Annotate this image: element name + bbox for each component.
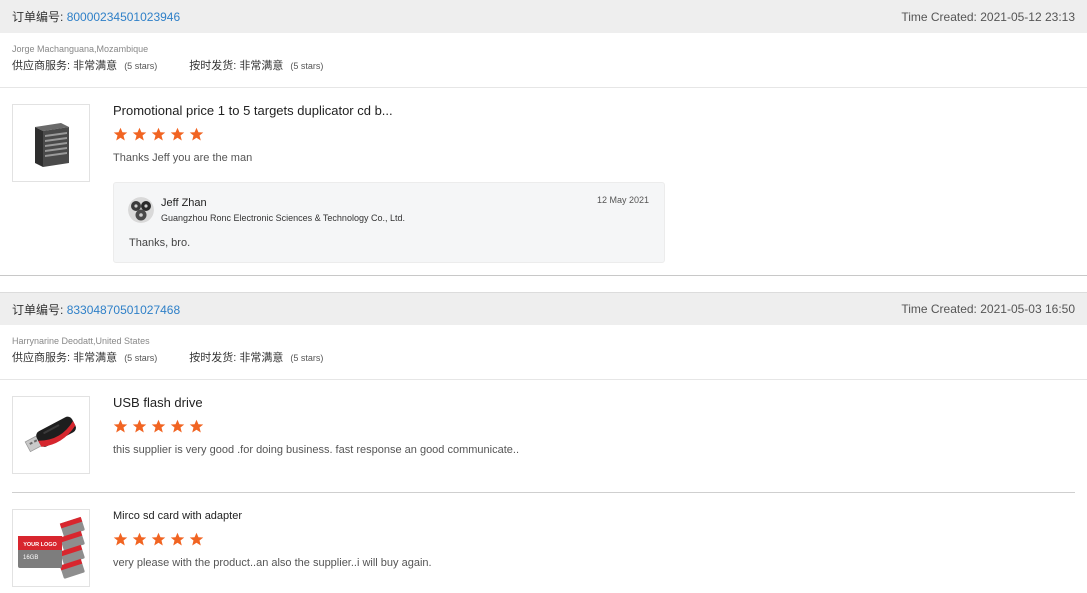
- product-title-link[interactable]: USB flash drive: [113, 396, 1075, 410]
- supplier-service-value: 非常满意: [73, 60, 118, 72]
- sd-card-adapter-icon: YOUR LOGO 16GB: [18, 516, 85, 579]
- supplier-service-label: 供应商服务:: [12, 352, 71, 364]
- reply-date: 12 May 2021: [596, 195, 649, 205]
- supplier-service-value: 非常满意: [73, 352, 118, 364]
- order-card: 订单编号: 83304870501027468 Time Created: 20…: [0, 292, 1087, 593]
- on-time-shipment-stars: (5 stars): [290, 61, 324, 71]
- order-number: 订单编号: 83304870501027468: [12, 301, 180, 318]
- star-icon: [189, 127, 204, 141]
- star-icon: [132, 532, 147, 546]
- star-icon: [170, 532, 185, 546]
- on-time-shipment-value: 非常满意: [239, 352, 284, 364]
- product-title-link[interactable]: Promotional price 1 to 5 targets duplica…: [113, 104, 1075, 118]
- order-gap: [0, 276, 1087, 292]
- review-body: USB flash drive this supplier is very go…: [113, 396, 1075, 492]
- on-time-shipment-rating: 按时发货: 非常满意 (5 stars): [189, 58, 323, 74]
- review-text: this supplier is very good .for doing bu…: [113, 444, 520, 456]
- review-body: Mirco sd card with adapter very please w…: [113, 509, 1075, 593]
- star-icon: [189, 419, 204, 433]
- time-created: Time Created: 2021-05-12 23:13: [901, 10, 1075, 24]
- order-card: 订单编号: 80000234501023946 Time Created: 20…: [0, 0, 1087, 276]
- reply-author-name: Jeff Zhan: [161, 197, 207, 209]
- star-rating: [113, 419, 1075, 435]
- review-text: Thanks Jeff you are the man: [113, 152, 253, 164]
- cd-duplicator-tower-icon: [35, 123, 69, 167]
- star-icon: [151, 532, 166, 546]
- star-icon: [132, 127, 147, 141]
- reply-company-name: Guangzhou Ronc Electronic Sciences & Tec…: [161, 213, 405, 223]
- star-icon: [151, 419, 166, 433]
- buyer-info: Harrynarine Deodatt,United States 供应商服务:…: [0, 325, 1087, 380]
- star-icon: [170, 127, 185, 141]
- on-time-shipment-label: 按时发货:: [189, 60, 237, 72]
- buyer-name: Jorge Machanguana,Mozambique: [12, 44, 149, 54]
- usb-flash-drive-icon: [24, 416, 76, 453]
- star-rating: [113, 532, 1075, 548]
- order-number-link[interactable]: 80000234501023946: [67, 10, 180, 24]
- time-created-label: Time Created:: [901, 302, 977, 316]
- product-thumbnail[interactable]: [12, 104, 90, 182]
- avatar-icon: [128, 197, 154, 223]
- review-item: YOUR LOGO 16GB Mirco sd card with adapte…: [0, 493, 1087, 593]
- supplier-reply: Jeff Zhan Guangzhou Ronc Electronic Scie…: [113, 182, 665, 263]
- supplier-service-rating: 供应商服务: 非常满意 (5 stars): [12, 350, 157, 366]
- review-item: Promotional price 1 to 5 targets duplica…: [0, 88, 1087, 275]
- order-header: 订单编号: 80000234501023946 Time Created: 20…: [0, 0, 1087, 33]
- on-time-shipment-rating: 按时发货: 非常满意 (5 stars): [189, 350, 323, 366]
- on-time-shipment-stars: (5 stars): [290, 353, 324, 363]
- supplier-service-stars: (5 stars): [124, 61, 158, 71]
- time-created-value: 2021-05-12 23:13: [980, 9, 1075, 24]
- star-rating: [113, 127, 1075, 143]
- order-number-label: 订单编号:: [12, 302, 64, 317]
- supplier-service-label: 供应商服务:: [12, 60, 71, 72]
- product-title-link[interactable]: Mirco sd card with adapter: [113, 509, 1075, 523]
- time-created-value: 2021-05-03 16:50: [980, 302, 1075, 316]
- on-time-shipment-label: 按时发货:: [189, 352, 237, 364]
- product-thumbnail[interactable]: YOUR LOGO 16GB: [12, 509, 90, 587]
- star-icon: [113, 532, 128, 546]
- supplier-service-stars: (5 stars): [124, 353, 158, 363]
- star-icon: [113, 419, 128, 433]
- time-created-label: Time Created:: [901, 9, 977, 24]
- order-header: 订单编号: 83304870501027468 Time Created: 20…: [0, 292, 1087, 325]
- product-thumbnail[interactable]: [12, 396, 90, 474]
- star-icon: [113, 127, 128, 141]
- buyer-info: Jorge Machanguana,Mozambique 供应商服务: 非常满意…: [0, 33, 1087, 88]
- star-icon: [170, 419, 185, 433]
- star-icon: [189, 532, 204, 546]
- review-item: USB flash drive this supplier is very go…: [0, 380, 1087, 492]
- order-number-link[interactable]: 83304870501027468: [67, 303, 180, 317]
- order-ratings: 供应商服务: 非常满意 (5 stars) 按时发货: 非常满意 (5 star…: [12, 350, 1087, 366]
- reply-text: Thanks, bro.: [129, 237, 191, 249]
- time-created: Time Created: 2021-05-03 16:50: [901, 302, 1075, 316]
- review-body: Promotional price 1 to 5 targets duplica…: [113, 104, 1075, 275]
- sd-card-capacity-text: 16GB: [23, 555, 38, 561]
- supplier-avatar: [128, 197, 154, 223]
- order-ratings: 供应商服务: 非常满意 (5 stars) 按时发货: 非常满意 (5 star…: [12, 58, 1087, 74]
- buyer-name: Harrynarine Deodatt,United States: [12, 336, 150, 346]
- order-number: 订单编号: 80000234501023946: [12, 8, 180, 25]
- star-icon: [151, 127, 166, 141]
- star-icon: [132, 419, 147, 433]
- sd-card-logo-text: YOUR LOGO: [23, 542, 57, 548]
- order-number-label: 订单编号:: [12, 10, 64, 24]
- on-time-shipment-value: 非常满意: [239, 60, 284, 72]
- supplier-service-rating: 供应商服务: 非常满意 (5 stars): [12, 58, 157, 74]
- review-text: very please with the product..an also th…: [113, 557, 432, 569]
